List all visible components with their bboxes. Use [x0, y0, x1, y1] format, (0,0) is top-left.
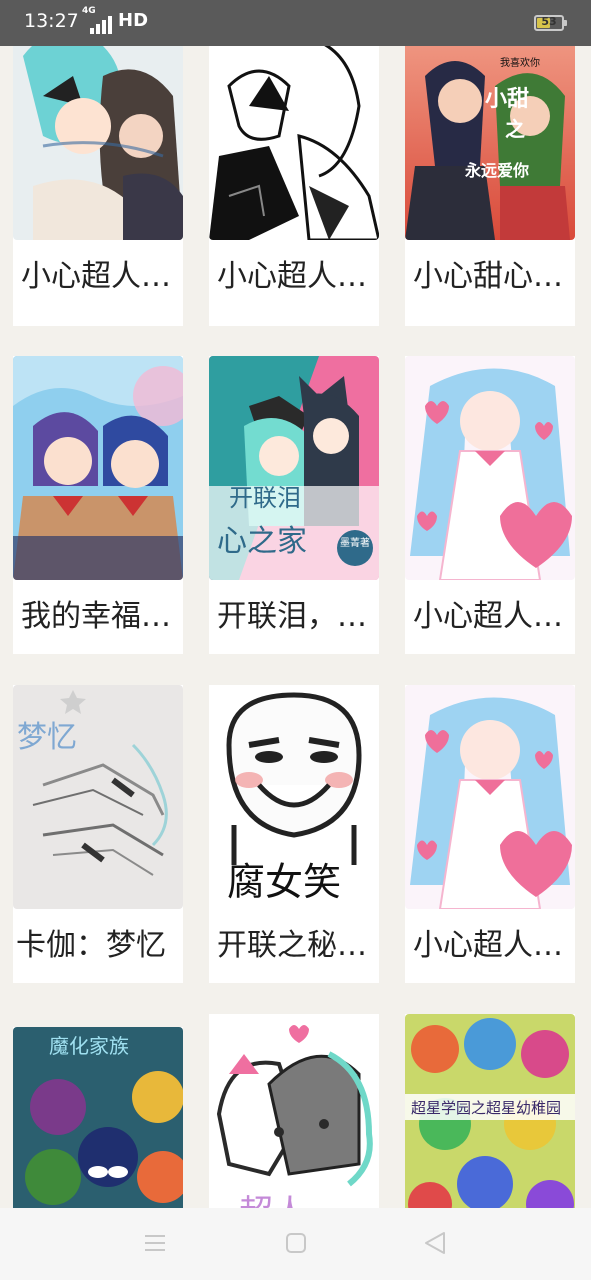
cover-text: 我喜欢你 [500, 56, 540, 69]
book-cover[interactable] [209, 46, 379, 240]
book-title[interactable]: 小心超人… [13, 240, 183, 314]
book-card[interactable]: 小心超人… [13, 46, 183, 326]
status-time: 13:27 [24, 10, 79, 32]
book-card[interactable]: 小心超人… [405, 685, 575, 983]
book-card[interactable]: 腐女笑 开联之秘… [209, 685, 379, 983]
cover-text: 魔化家族 [49, 1034, 129, 1058]
book-card[interactable]: 超人 [209, 1014, 379, 1208]
network-type: 4G [82, 6, 96, 16]
book-card[interactable]: 我的幸福… [13, 356, 183, 654]
book-title[interactable]: 小心甜心… [405, 240, 575, 314]
book-cover[interactable]: 我喜欢你 小甜 之 永远爱你 [405, 46, 575, 240]
cover-text: 超星学园之超星幼稚园 [411, 1099, 561, 1117]
book-title[interactable]: 小心超人… [405, 580, 575, 654]
cover-text: 小甜 [485, 86, 529, 112]
battery-level: 53 [541, 15, 557, 28]
signal-icon: 4G [82, 6, 116, 34]
book-title[interactable]: 我的幸福… [13, 580, 183, 654]
book-card[interactable]: 开联泪 心之家 墨菁著 开联泪，… [209, 356, 379, 654]
cover-text: 之 [505, 117, 525, 141]
book-cover[interactable] [13, 356, 183, 580]
cover-text: 梦忆 [17, 720, 77, 755]
book-title[interactable]: 开联泪，… [209, 580, 379, 654]
book-cover[interactable] [405, 685, 575, 909]
book-card[interactable]: 小心超人… [209, 46, 379, 326]
menu-icon[interactable] [140, 1228, 170, 1258]
book-card[interactable]: 梦忆 卡伽：梦忆 [13, 685, 183, 983]
book-title[interactable]: 小心超人… [209, 240, 379, 314]
cover-text: 超人 [239, 1193, 307, 1208]
back-icon[interactable] [420, 1228, 450, 1258]
cover-text: 开联泪 [229, 484, 301, 512]
book-cover[interactable]: 梦忆 [13, 685, 183, 909]
book-grid: 小心超人… 小心超人… 我喜欢你 小甜 之 永远爱你 小心甜心… 我的幸福… 开… [0, 46, 591, 1208]
book-cover[interactable]: 超星学园之超星幼稚园 [405, 1014, 575, 1208]
cover-text: 永远爱你 [464, 161, 529, 180]
book-card[interactable]: 我喜欢你 小甜 之 永远爱你 小心甜心… [405, 46, 575, 326]
book-card[interactable]: 超星学园之超星幼稚园 [405, 1014, 575, 1208]
hd-indicator: HD [118, 10, 149, 31]
cover-text: 腐女笑 [227, 860, 341, 904]
home-icon[interactable] [281, 1228, 311, 1258]
book-card[interactable]: 魔化家族 [13, 1027, 183, 1208]
book-title[interactable]: 卡伽：梦忆 [13, 909, 183, 983]
book-cover[interactable]: 超人 [209, 1014, 379, 1208]
book-cover[interactable]: 魔化家族 [13, 1027, 183, 1208]
book-cover[interactable] [13, 46, 183, 240]
navigation-bar [0, 1208, 591, 1280]
book-title[interactable]: 小心超人… [405, 909, 575, 983]
cover-text: 心之家 [217, 524, 307, 559]
status-bar: 13:27 4G HD 53 [0, 0, 591, 46]
cover-text: 墨菁著 [340, 536, 370, 549]
battery-icon: 53 [534, 15, 567, 31]
book-cover[interactable]: 腐女笑 [209, 685, 379, 909]
book-title[interactable]: 开联之秘… [209, 909, 379, 983]
book-cover[interactable]: 开联泪 心之家 墨菁著 [209, 356, 379, 580]
book-card[interactable]: 小心超人… [405, 356, 575, 654]
book-cover[interactable] [405, 356, 575, 580]
